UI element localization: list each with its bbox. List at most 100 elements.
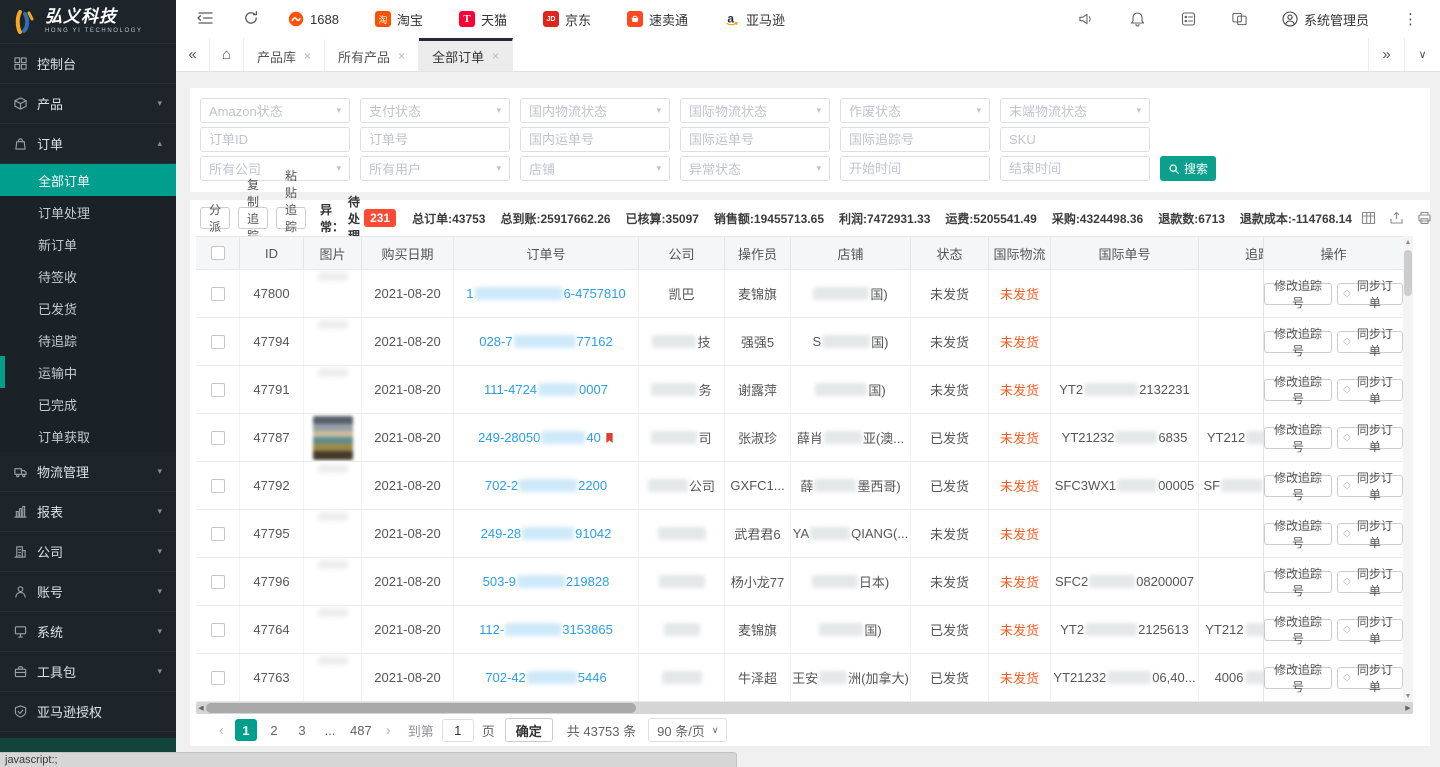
sidebar-subitem-已完成[interactable]: 已完成 (0, 388, 176, 420)
filter-select-Amazon状态[interactable]: Amazon状态▾ (200, 98, 350, 123)
notification-bell-icon[interactable] (1129, 11, 1146, 27)
export-icon[interactable] (1388, 210, 1405, 226)
order-number-link[interactable]: 503-9219828 (483, 574, 610, 589)
sync-order-button[interactable]: ◇同步订单 (1337, 523, 1403, 545)
filter-input-订单号[interactable] (360, 127, 510, 152)
toolbar-button-粘贴追踪结果[interactable]: 粘贴追踪结果 (276, 207, 306, 229)
filter-input-开始时间[interactable] (840, 156, 990, 181)
sidebar-item-亚马逊授权[interactable]: 亚马逊授权 (0, 692, 176, 732)
filter-input-国内运单号[interactable] (520, 127, 670, 152)
order-number-link[interactable]: 112-3153865 (479, 622, 613, 637)
sidebar-subitem-订单获取[interactable]: 订单获取 (0, 420, 176, 452)
sidebar-item-物流管理[interactable]: 物流管理▾ (0, 452, 176, 492)
order-number-link[interactable]: 16-4757810 (466, 286, 625, 301)
sidebar-item-系统[interactable]: 系统▾ (0, 612, 176, 652)
page-button-2[interactable]: 2 (263, 719, 285, 741)
vertical-scrollbar-thumb[interactable] (1404, 250, 1412, 296)
edit-tracking-button[interactable]: 修改追踪号 (1264, 571, 1332, 593)
marketplace-天猫[interactable]: T天猫 (459, 10, 507, 29)
toolbar-button-复制追踪号[interactable]: 复制追踪号 (238, 207, 268, 229)
page-button-1[interactable]: 1 (235, 719, 257, 741)
row-checkbox[interactable] (211, 575, 225, 589)
refresh-icon[interactable] (242, 10, 262, 28)
close-icon[interactable]: × (304, 49, 311, 63)
search-button[interactable]: 搜索 (1160, 156, 1216, 181)
sidebar-subitem-已发货[interactable]: 已发货 (0, 292, 176, 324)
marketplace-京东[interactable]: JD京东 (543, 10, 591, 29)
marketplace-亚马逊[interactable]: a亚马逊 (724, 10, 785, 29)
tabs-menu-icon[interactable]: ∨ (1404, 38, 1440, 71)
filter-select-所有用户[interactable]: 所有用户▾ (360, 156, 510, 181)
sidebar-item-账号[interactable]: 账号▾ (0, 572, 176, 612)
order-number-link[interactable]: 702-22200 (485, 478, 607, 493)
sidebar-item-报表[interactable]: 报表▾ (0, 492, 176, 532)
close-icon[interactable]: × (398, 49, 405, 63)
edit-tracking-button[interactable]: 修改追踪号 (1264, 379, 1332, 401)
user-menu[interactable]: 系统管理员 (1282, 10, 1369, 29)
sync-windows-icon[interactable] (1231, 11, 1248, 27)
filter-input-结束时间[interactable] (1000, 156, 1150, 181)
filter-select-异常状态[interactable]: 异常状态▾ (680, 156, 830, 181)
edit-tracking-button[interactable]: 修改追踪号 (1264, 331, 1332, 353)
horizontal-scrollbar-thumb[interactable] (206, 703, 636, 713)
sync-order-button[interactable]: ◇同步订单 (1337, 475, 1403, 497)
sync-order-button[interactable]: ◇同步订单 (1337, 379, 1403, 401)
column-settings-icon[interactable] (1360, 210, 1377, 226)
sidebar-item-控制台[interactable]: 控制台 (0, 44, 176, 84)
filter-select-作废状态[interactable]: 作废状态▾ (840, 98, 990, 123)
toolbar-button-分派[interactable]: 分派 (200, 207, 230, 229)
apps-grid-icon[interactable] (1180, 11, 1197, 27)
order-number-link[interactable]: 028-777162 (479, 334, 612, 349)
sync-order-button[interactable]: ◇同步订单 (1337, 619, 1403, 641)
sidebar-subitem-待追踪[interactable]: 待追踪 (0, 324, 176, 356)
edit-tracking-button[interactable]: 修改追踪号 (1264, 427, 1332, 449)
sidebar-item-产品[interactable]: 产品▾ (0, 84, 176, 124)
filter-input-国际追踪号[interactable] (840, 127, 990, 152)
order-number-link[interactable]: 702-425446 (485, 670, 606, 685)
sidebar-item-工具包[interactable]: 工具包▾ (0, 652, 176, 692)
collapse-sidebar-icon[interactable] (196, 10, 216, 28)
order-number-link[interactable]: 249-2891042 (481, 526, 612, 541)
scroll-right-icon[interactable]: ▶ (1403, 702, 1413, 714)
edit-tracking-button[interactable]: 修改追踪号 (1264, 619, 1332, 641)
order-number-link[interactable]: 111-47240007 (484, 382, 608, 397)
sync-order-button[interactable]: ◇同步订单 (1337, 283, 1403, 305)
page-button-3[interactable]: 3 (291, 719, 313, 741)
edit-tracking-button[interactable]: 修改追踪号 (1264, 475, 1332, 497)
filter-select-所有公司[interactable]: 所有公司▾ (200, 156, 350, 181)
confirm-page-button[interactable]: 确定 (505, 718, 553, 742)
row-checkbox[interactable] (211, 335, 225, 349)
edit-tracking-button[interactable]: 修改追踪号 (1264, 667, 1332, 689)
tab-所有产品[interactable]: 所有产品× (325, 38, 419, 71)
filter-select-国内物流状态[interactable]: 国内物流状态▾ (520, 98, 670, 123)
row-checkbox[interactable] (211, 479, 225, 493)
scroll-left-icon[interactable]: ◀ (196, 702, 206, 714)
filter-input-国际运单号[interactable] (680, 127, 830, 152)
announcement-icon[interactable] (1078, 11, 1095, 27)
select-all-checkbox[interactable] (211, 246, 225, 260)
row-checkbox[interactable] (211, 287, 225, 301)
row-checkbox[interactable] (211, 623, 225, 637)
scroll-up-icon[interactable]: ▲ (1403, 236, 1413, 248)
marketplace-1688[interactable]: 1688 (288, 11, 339, 27)
row-checkbox[interactable] (211, 383, 225, 397)
sync-order-button[interactable]: ◇同步订单 (1337, 427, 1403, 449)
sync-order-button[interactable]: ◇同步订单 (1337, 331, 1403, 353)
sidebar-subitem-运输中[interactable]: 运输中 (0, 356, 176, 388)
sidebar-subitem-新订单[interactable]: 新订单 (0, 228, 176, 260)
scroll-down-icon[interactable]: ▼ (1403, 690, 1413, 702)
filter-select-末端物流状态[interactable]: 末端物流状态▾ (1000, 98, 1150, 123)
filter-input-订单ID[interactable] (200, 127, 350, 152)
row-checkbox[interactable] (211, 671, 225, 685)
order-number-link[interactable]: 249-2805040 (478, 430, 614, 445)
row-checkbox[interactable] (211, 431, 225, 445)
filter-select-国际物流状态[interactable]: 国际物流状态▾ (680, 98, 830, 123)
tab-产品库[interactable]: 产品库× (244, 38, 325, 71)
edit-tracking-button[interactable]: 修改追踪号 (1264, 283, 1332, 305)
sync-order-button[interactable]: ◇同步订单 (1337, 571, 1403, 593)
sidebar-subitem-订单处理[interactable]: 订单处理 (0, 196, 176, 228)
edit-tracking-button[interactable]: 修改追踪号 (1264, 523, 1332, 545)
page-size-select[interactable]: 90 条/页 ∨ (648, 718, 727, 742)
sidebar-item-公司[interactable]: 公司▾ (0, 532, 176, 572)
more-menu-icon[interactable]: ⋮ (1403, 10, 1418, 28)
